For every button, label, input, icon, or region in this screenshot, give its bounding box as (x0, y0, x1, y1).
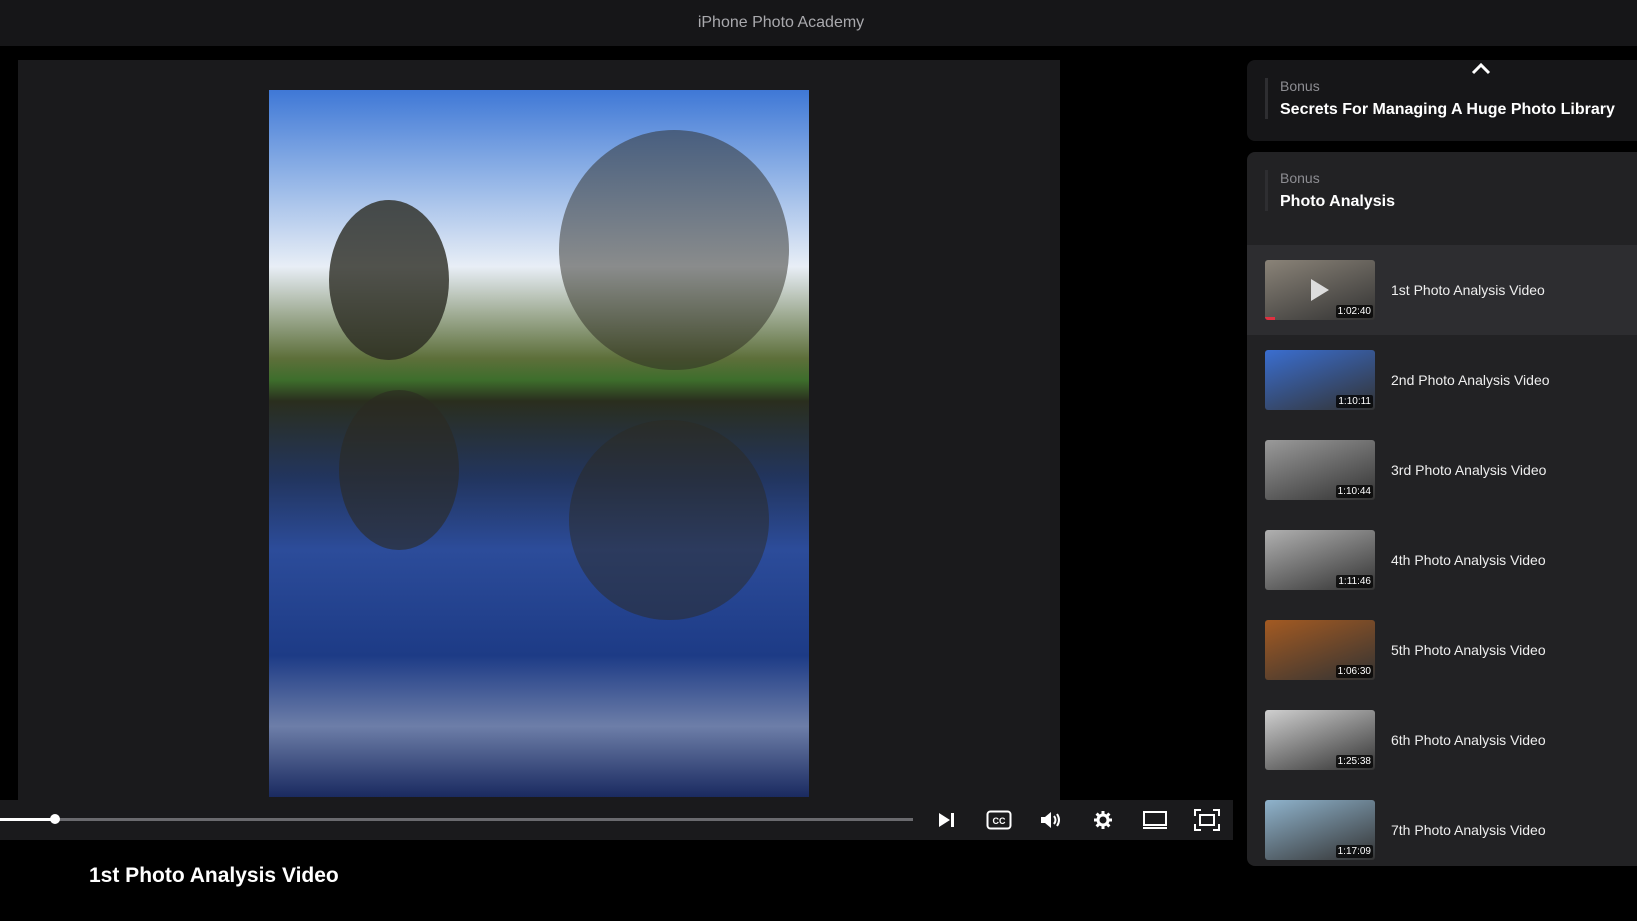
video-frame (269, 90, 809, 797)
video-duration: 1:10:44 (1335, 485, 1373, 498)
volume-icon (1041, 812, 1060, 828)
video-duration: 1:25:38 (1335, 755, 1373, 768)
video-label: 7th Photo Analysis Video (1391, 822, 1546, 838)
progress-track[interactable] (0, 818, 913, 821)
theater-mode-button[interactable] (1140, 806, 1170, 834)
fullscreen-icon (1194, 809, 1220, 831)
video-label: 1st Photo Analysis Video (1391, 282, 1545, 298)
video-thumbnail: 1:10:11 (1265, 350, 1375, 410)
play-icon (1311, 279, 1329, 301)
chevron-up-icon[interactable] (1471, 62, 1491, 76)
app-title: iPhone Photo Academy (697, 14, 865, 31)
section-card-photo-analysis: Bonus Photo Analysis 1:02:40 1st Photo A… (1247, 152, 1637, 866)
captions-button[interactable]: CC (984, 806, 1014, 834)
video-thumbnail: 1:10:44 (1265, 440, 1375, 500)
next-icon (939, 813, 954, 827)
settings-button[interactable] (1088, 806, 1118, 834)
video-thumbnail: 1:02:40 (1265, 260, 1375, 320)
section-title: Secrets For Managing A Huge Photo Librar… (1280, 101, 1615, 118)
video-thumbnail: 1:25:38 (1265, 710, 1375, 770)
progress-handle[interactable] (49, 814, 60, 824)
video-label: 3rd Photo Analysis Video (1391, 462, 1547, 478)
section-kicker: Bonus (1280, 170, 1320, 186)
section-kicker: Bonus (1280, 78, 1320, 94)
playlist-item[interactable]: 1:10:11 2nd Photo Analysis Video (1247, 335, 1637, 425)
video-label: 6th Photo Analysis Video (1391, 732, 1546, 748)
cc-icon: CC (986, 810, 1012, 830)
video-duration: 1:17:09 (1335, 845, 1373, 858)
video-thumbnail: 1:06:30 (1265, 620, 1375, 680)
top-bar: iPhone Photo Academy (0, 0, 1637, 46)
playlist-item[interactable]: 1:17:09 7th Photo Analysis Video (1247, 785, 1637, 875)
video-duration: 1:11:46 (1336, 575, 1373, 588)
video-duration: 1:10:11 (1336, 395, 1373, 408)
next-button[interactable] (932, 806, 962, 834)
playlist-item[interactable]: 1:10:44 3rd Photo Analysis Video (1247, 425, 1637, 515)
video-thumbnail: 1:17:09 (1265, 800, 1375, 860)
section-card-photo-library[interactable]: Bonus Secrets For Managing A Huge Photo … (1247, 60, 1637, 141)
playlist-item[interactable]: 1:02:40 1st Photo Analysis Video (1247, 245, 1637, 335)
video-label: 2nd Photo Analysis Video (1391, 372, 1550, 388)
watch-progress (1265, 317, 1275, 320)
video-title: 1st Photo Analysis Video (89, 864, 339, 887)
playlist-item[interactable]: 1:25:38 6th Photo Analysis Video (1247, 695, 1637, 785)
volume-button[interactable] (1036, 806, 1066, 834)
player-controls: CC (0, 800, 1233, 840)
fullscreen-button[interactable] (1192, 806, 1222, 834)
video-duration: 1:02:40 (1335, 305, 1373, 318)
section-title: Photo Analysis (1280, 193, 1395, 210)
video-label: 5th Photo Analysis Video (1391, 642, 1546, 658)
settings-icon (1094, 811, 1112, 829)
theater-icon (1143, 811, 1167, 829)
video-thumbnail: 1:11:46 (1265, 530, 1375, 590)
video-label: 4th Photo Analysis Video (1391, 552, 1546, 568)
playlist-item[interactable]: 1:06:30 5th Photo Analysis Video (1247, 605, 1637, 695)
video-duration: 1:06:30 (1335, 665, 1373, 678)
playlist-item[interactable]: 1:11:46 4th Photo Analysis Video (1247, 515, 1637, 605)
svg-text:CC: CC (993, 816, 1006, 826)
progress-played (0, 818, 55, 821)
